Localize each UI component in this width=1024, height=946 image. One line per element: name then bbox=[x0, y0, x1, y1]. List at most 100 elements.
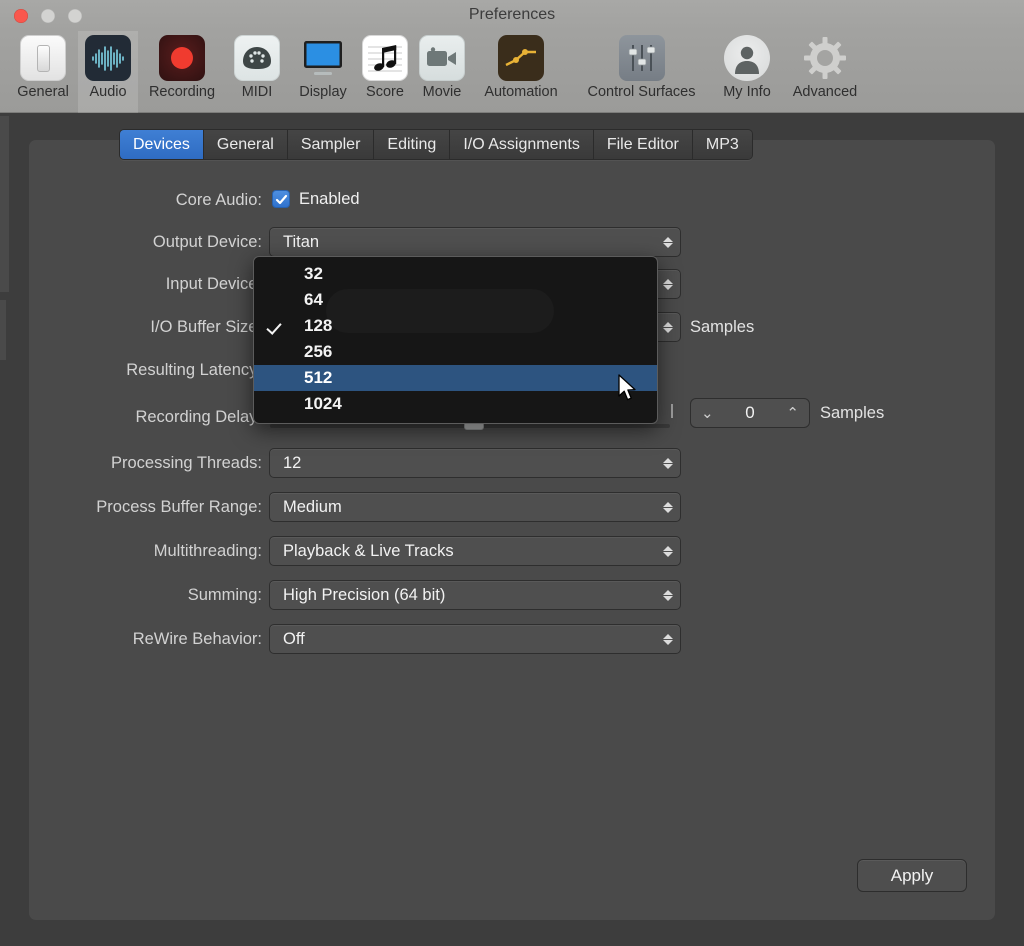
general-icon bbox=[20, 35, 66, 81]
io-buffer-size-unit: Samples bbox=[690, 318, 755, 336]
menu-item-512[interactable]: 512 bbox=[254, 365, 657, 391]
label-io-buffer-size: I/O Buffer Size: bbox=[150, 318, 262, 336]
row-rewire-behavior: ReWire Behavior: bbox=[0, 624, 262, 654]
automation-curve-icon bbox=[498, 35, 544, 81]
midi-icon bbox=[234, 35, 280, 81]
window-title: Preferences bbox=[468, 6, 556, 23]
record-icon bbox=[159, 35, 205, 81]
score-note-icon bbox=[362, 35, 408, 81]
label-multithreading: Multithreading: bbox=[153, 542, 262, 560]
toolbar-item-audio[interactable]: Audio bbox=[78, 31, 138, 113]
menu-item-64[interactable]: 64 bbox=[254, 287, 657, 313]
label-summing: Summing: bbox=[187, 586, 262, 604]
chevron-updown-icon bbox=[661, 274, 673, 294]
toolbar-label-control-surfaces: Control Surfaces bbox=[587, 84, 696, 100]
recording-delay-unit: Samples bbox=[820, 404, 885, 422]
row-processing-threads: Processing Threads: bbox=[0, 448, 262, 478]
menu-item-128[interactable]: 128 bbox=[254, 313, 657, 339]
toolbar-item-automation[interactable]: Automation bbox=[472, 31, 570, 113]
label-processing-threads: Processing Threads: bbox=[110, 454, 262, 472]
summing-popup[interactable]: High Precision (64 bit) bbox=[269, 580, 681, 610]
stepper-up-icon[interactable]: ⌃ bbox=[786, 406, 799, 421]
toolbar-label-audio: Audio bbox=[89, 84, 127, 100]
audio-waveform-icon bbox=[85, 35, 131, 81]
preferences-toolbar: General Audio Recording MIDI Display Sco… bbox=[0, 31, 1024, 113]
toolbar-label-display: Display bbox=[299, 84, 347, 100]
label-output-device: Output Device: bbox=[152, 233, 262, 251]
tab-editing[interactable]: Editing bbox=[374, 130, 451, 159]
tab-general[interactable]: General bbox=[203, 130, 288, 159]
output-device-popup[interactable]: Titan bbox=[269, 227, 681, 257]
summing-value: High Precision (64 bit) bbox=[283, 585, 446, 604]
chevron-updown-icon bbox=[661, 232, 673, 252]
gear-icon bbox=[802, 35, 848, 81]
movie-camera-icon bbox=[419, 35, 465, 81]
toolbar-item-control-surfaces[interactable]: Control Surfaces bbox=[570, 31, 713, 113]
row-recording-delay: Recording Delay: bbox=[0, 402, 262, 432]
chevron-updown-icon bbox=[661, 317, 673, 337]
label-process-buffer-range: Process Buffer Range: bbox=[96, 498, 262, 516]
row-output-device: Output Device: bbox=[0, 227, 262, 257]
processing-threads-value: 12 bbox=[283, 453, 302, 472]
toolbar-label-recording: Recording bbox=[148, 84, 216, 100]
apply-button[interactable]: Apply bbox=[857, 859, 967, 892]
output-device-value: Titan bbox=[283, 232, 320, 251]
toolbar-item-midi[interactable]: MIDI bbox=[226, 31, 288, 113]
stepper-down-icon[interactable]: ⌄ bbox=[701, 406, 714, 421]
chevron-updown-icon bbox=[661, 453, 673, 473]
tab-devices[interactable]: Devices bbox=[120, 130, 204, 159]
core-audio-enabled-label: Enabled bbox=[299, 190, 360, 208]
toolbar-item-advanced[interactable]: Advanced bbox=[781, 31, 869, 113]
row-io-buffer-size: I/O Buffer Size: bbox=[0, 312, 262, 342]
toolbar-item-my-info[interactable]: My Info bbox=[713, 31, 781, 113]
toolbar-label-my-info: My Info bbox=[723, 84, 771, 100]
row-input-device: Input Device: bbox=[0, 269, 262, 299]
rewire-behavior-value: Off bbox=[283, 629, 305, 648]
recording-delay-stepper[interactable]: ⌄ 0 ⌃ bbox=[690, 398, 810, 428]
processing-threads-popup[interactable]: 12 bbox=[269, 448, 681, 478]
label-input-device: Input Device: bbox=[165, 275, 262, 293]
row-core-audio: Core Audio: bbox=[0, 185, 262, 215]
multithreading-popup[interactable]: Playback & Live Tracks bbox=[269, 536, 681, 566]
row-process-buffer-range: Process Buffer Range: bbox=[0, 492, 262, 522]
core-audio-checkbox[interactable] bbox=[272, 190, 290, 208]
chevron-updown-icon bbox=[661, 629, 673, 649]
toolbar-label-midi: MIDI bbox=[241, 84, 273, 100]
menu-item-256[interactable]: 256 bbox=[254, 339, 657, 365]
chevron-updown-icon bbox=[661, 585, 673, 605]
preferences-window: Preferences General Audio Recording MIDI… bbox=[0, 0, 1024, 946]
row-multithreading: Multithreading: bbox=[0, 536, 262, 566]
rewire-behavior-popup[interactable]: Off bbox=[269, 624, 681, 654]
menu-item-1024[interactable]: 1024 bbox=[254, 391, 657, 417]
toolbar-item-recording[interactable]: Recording bbox=[138, 31, 226, 113]
latency-slider-tick bbox=[671, 404, 673, 418]
checkmark-icon bbox=[275, 194, 287, 204]
toolbar-item-score[interactable]: Score bbox=[358, 31, 412, 113]
chevron-updown-icon bbox=[661, 541, 673, 561]
recording-delay-value: 0 bbox=[745, 403, 755, 422]
process-buffer-range-popup[interactable]: Medium bbox=[269, 492, 681, 522]
toolbar-label-general: General bbox=[17, 84, 69, 100]
menu-item-32[interactable]: 32 bbox=[254, 261, 657, 287]
tab-io-assignments[interactable]: I/O Assignments bbox=[450, 130, 594, 159]
chevron-updown-icon bbox=[661, 497, 673, 517]
row-summing: Summing: bbox=[0, 580, 262, 610]
window-titlebar: Preferences bbox=[0, 0, 1024, 31]
display-monitor-icon bbox=[300, 35, 346, 81]
faders-icon bbox=[618, 35, 665, 81]
mouse-cursor bbox=[617, 374, 639, 404]
devices-tabstrip: Devices General Sampler Editing I/O Assi… bbox=[119, 129, 753, 160]
toolbar-label-movie: Movie bbox=[422, 84, 462, 100]
toolbar-label-automation: Automation bbox=[484, 84, 558, 100]
tab-sampler[interactable]: Sampler bbox=[287, 130, 375, 159]
toolbar-item-general[interactable]: General bbox=[8, 31, 78, 113]
tab-file-editor[interactable]: File Editor bbox=[593, 130, 693, 159]
toolbar-label-advanced: Advanced bbox=[792, 84, 858, 100]
io-buffer-size-dropdown-menu: 32 64 128 256 512 1024 bbox=[253, 256, 658, 424]
label-rewire-behavior: ReWire Behavior: bbox=[132, 630, 262, 648]
tab-mp3[interactable]: MP3 bbox=[692, 130, 752, 159]
label-recording-delay: Recording Delay: bbox=[135, 408, 262, 426]
toolbar-item-display[interactable]: Display bbox=[288, 31, 358, 113]
multithreading-value: Playback & Live Tracks bbox=[283, 541, 454, 560]
toolbar-item-movie[interactable]: Movie bbox=[412, 31, 472, 113]
